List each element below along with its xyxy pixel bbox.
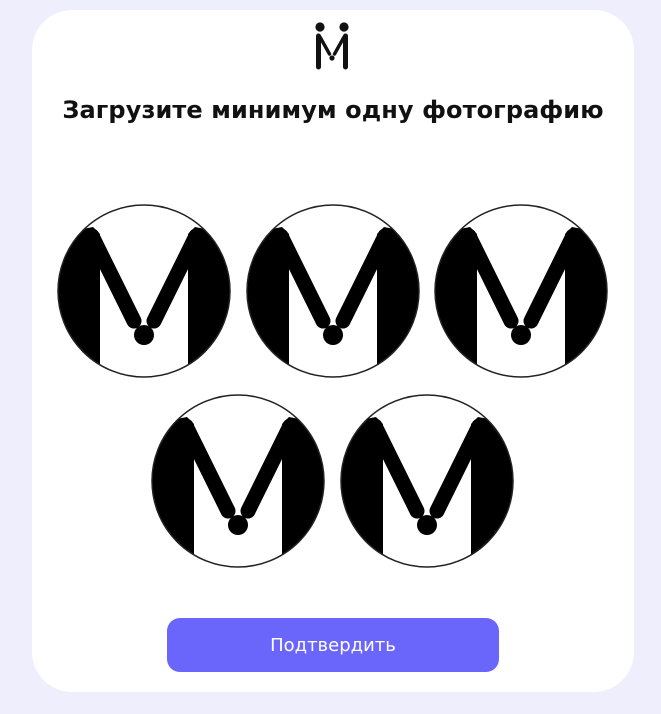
m-logo-icon (246, 204, 420, 378)
m-logo-icon (340, 394, 514, 568)
upload-card: Загрузите минимум одну фотографию Подтве… (32, 10, 634, 692)
photo-upload-slot-3[interactable] (434, 204, 608, 378)
photo-upload-slot-2[interactable] (246, 204, 420, 378)
m-logo-icon (57, 204, 231, 378)
confirm-button[interactable]: Подтвердить (167, 618, 499, 672)
photo-upload-slot-4[interactable] (151, 394, 325, 568)
photo-upload-slot-5[interactable] (340, 394, 514, 568)
m-logo-icon (151, 394, 325, 568)
page-title: Загрузите минимум одну фотографию (62, 96, 604, 124)
m-logo-icon (434, 204, 608, 378)
photo-upload-slot-1[interactable] (57, 204, 231, 378)
app-logo-icon (311, 21, 353, 71)
